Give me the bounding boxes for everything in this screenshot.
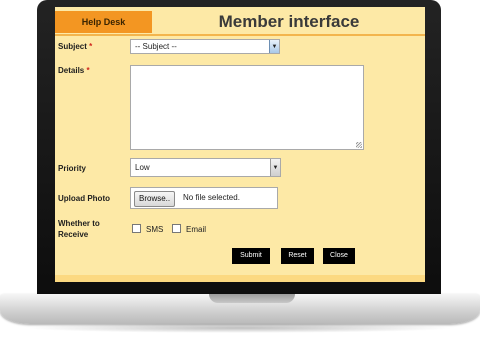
receive-label: Whether to Receive bbox=[58, 219, 100, 239]
chevron-down-icon: ▼ bbox=[270, 159, 280, 176]
priority-select-value: Low bbox=[135, 163, 150, 172]
laptop-shadow bbox=[25, 323, 455, 333]
laptop-screen: Help Desk Member interface Subject * -- … bbox=[55, 7, 425, 282]
chevron-down-icon: ▼ bbox=[269, 40, 279, 53]
header-divider bbox=[55, 34, 425, 36]
subject-label: Subject * bbox=[58, 42, 93, 51]
laptop-hinge-notch bbox=[209, 294, 295, 303]
close-button[interactable]: Close bbox=[323, 248, 355, 264]
browse-button[interactable]: Browse.. bbox=[134, 191, 176, 207]
reset-button[interactable]: Reset bbox=[281, 248, 314, 264]
required-mark: * bbox=[89, 42, 93, 51]
priority-select[interactable]: Low ▼ bbox=[130, 158, 281, 177]
file-upload-field[interactable]: Browse.. No file selected. bbox=[130, 187, 278, 209]
details-textarea[interactable] bbox=[130, 65, 364, 150]
page-header: Help Desk Member interface bbox=[55, 7, 425, 34]
submit-button[interactable]: Submit bbox=[232, 248, 270, 264]
subject-select-value: -- Subject -- bbox=[135, 42, 177, 51]
sms-checkbox[interactable] bbox=[132, 224, 141, 233]
resize-grip-icon[interactable] bbox=[356, 142, 362, 148]
priority-label: Priority bbox=[58, 164, 87, 173]
footer-band bbox=[55, 275, 425, 282]
subject-select[interactable]: -- Subject -- ▼ bbox=[130, 39, 280, 54]
required-mark: * bbox=[86, 66, 90, 75]
sms-label: SMS bbox=[146, 225, 164, 234]
help-desk-tab[interactable]: Help Desk bbox=[55, 11, 152, 33]
file-status-text: No file selected. bbox=[183, 193, 240, 202]
page-title: Member interface bbox=[218, 12, 360, 31]
upload-photo-label: Upload Photo bbox=[58, 194, 110, 203]
email-checkbox[interactable] bbox=[172, 224, 181, 233]
details-label: Details * bbox=[58, 66, 90, 75]
email-label: Email bbox=[186, 225, 207, 234]
